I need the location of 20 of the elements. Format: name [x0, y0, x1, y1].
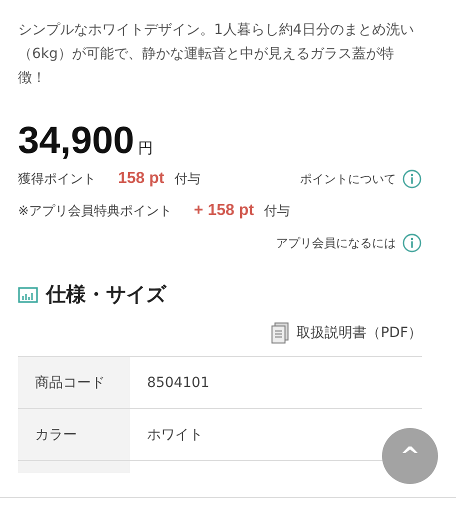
price: 34,900 [18, 120, 134, 163]
points-value: + 158 pt [194, 202, 254, 220]
manual-pdf-link[interactable]: 取扱説明書（PDF） [296, 324, 422, 342]
document-icon[interactable] [270, 322, 289, 344]
spec-label: 商品コード [18, 356, 130, 408]
chart-icon [18, 286, 38, 302]
section-title: 仕様・サイズ [46, 281, 166, 308]
points-info-link[interactable]: ポイントについて [300, 170, 396, 188]
info-icon[interactable] [402, 169, 422, 189]
member-info-link[interactable]: アプリ会員になるには [276, 234, 396, 252]
points-label: 獲得ポイント [18, 171, 96, 188]
points-value: 158 pt [118, 170, 164, 188]
spec-label: カラー [18, 408, 130, 460]
product-description: シンプルなホワイトデザイン。1人暮らし約4日分のまとめ洗い（6kg）が可能で、静かな運転音と中が見えるガラス蓋が特徴！ [18, 21, 415, 88]
points-suffix: 付与 [264, 203, 290, 220]
spec-value: 8504101 [130, 356, 422, 408]
info-icon[interactable] [402, 233, 422, 253]
price-unit: 円 [138, 139, 154, 158]
points-label: ※アプリ会員特典ポイント [18, 203, 172, 220]
points-suffix: 付与 [174, 171, 200, 188]
